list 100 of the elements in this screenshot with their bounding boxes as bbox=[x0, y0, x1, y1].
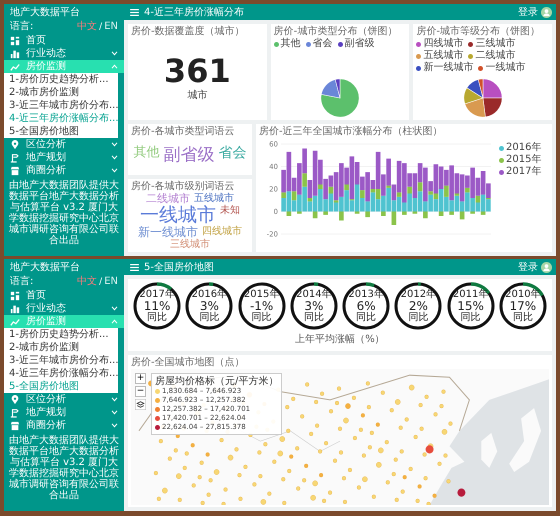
legend-label[interactable]: 2015年 bbox=[506, 154, 542, 166]
legend-label[interactable]: 三线城市 bbox=[475, 38, 516, 50]
menu-icon[interactable] bbox=[130, 264, 139, 270]
language-label: 语言: bbox=[10, 21, 34, 33]
map-zoom-button[interactable]: − bbox=[135, 386, 146, 397]
trend-line-icon bbox=[10, 316, 20, 326]
ring-note: 同比 bbox=[199, 312, 220, 322]
ring-note: 同比 bbox=[512, 312, 533, 322]
storefront-icon bbox=[10, 420, 20, 430]
map-pin-icon bbox=[10, 140, 20, 150]
ring-gauge bbox=[236, 281, 287, 331]
menu-icon[interactable] bbox=[130, 8, 139, 16]
nav-menu-item[interactable]: 行业动态 bbox=[4, 302, 124, 315]
legend-dot-icon[interactable] bbox=[468, 42, 474, 46]
legend-label[interactable]: 四线城市 bbox=[423, 38, 464, 50]
legend-dot-icon[interactable] bbox=[416, 54, 422, 58]
ring-value: 15% bbox=[457, 300, 484, 312]
cloud-word: 一线城市 bbox=[140, 204, 216, 226]
avatar-icon[interactable] bbox=[541, 262, 552, 272]
chevron-icon bbox=[111, 306, 118, 311]
submenu-item[interactable]: 5-全国房价地图 bbox=[4, 125, 118, 138]
legend-title: 房屋均价格标（元/平方米） bbox=[155, 376, 278, 387]
nav-menu-item[interactable]: 区位分析 bbox=[4, 393, 124, 406]
card-title: 房价-数据覆盖度（城市） bbox=[131, 26, 245, 38]
legend-dot-icon[interactable] bbox=[499, 146, 504, 150]
legend-dot-icon[interactable] bbox=[499, 158, 504, 162]
sidebar-footer-text: 由地产大数据团队提供大数据平台地产大数据分析与估算平台 v3.2 厦门大学数据挖掘研究中心北京城市调研咨询有限公司联合出品 bbox=[8, 180, 120, 246]
chevron-icon bbox=[111, 319, 118, 324]
legend-label[interactable]: 一线城市 bbox=[485, 62, 526, 74]
login-link[interactable]: 登录 bbox=[515, 5, 541, 19]
legend-dot-icon[interactable] bbox=[274, 42, 279, 46]
map-zoom-button[interactable]: + bbox=[135, 373, 146, 384]
brand-title: 地产大数据平台 bbox=[9, 6, 81, 19]
legend-label[interactable]: 其他 bbox=[280, 38, 301, 50]
legend-dot-icon[interactable] bbox=[416, 66, 422, 70]
cloud-word: 副省级 bbox=[164, 146, 214, 165]
card-title: 房价-城市类型分布（饼图） bbox=[274, 26, 398, 38]
ring-value: 11% bbox=[144, 300, 170, 312]
submenu-item[interactable]: 4-近三年房价涨幅分布... bbox=[4, 367, 118, 380]
nav-menu-item[interactable]: 商圈分析 bbox=[4, 164, 124, 177]
ring-value: 2% bbox=[408, 300, 428, 312]
brand-title: 地产大数据平台 bbox=[9, 260, 81, 274]
chevron-icon bbox=[111, 410, 118, 415]
card-title: 房价-全国城市地图（点） bbox=[131, 357, 246, 369]
legend-dot-icon[interactable] bbox=[468, 54, 474, 58]
ring-note: 同比 bbox=[252, 312, 272, 322]
legend-dot-icon[interactable] bbox=[499, 170, 504, 174]
legend-label[interactable]: 五线城市 bbox=[423, 50, 464, 62]
chevron-icon bbox=[111, 397, 118, 402]
cloud-word: 未知 bbox=[220, 204, 240, 218]
layers-icon[interactable] bbox=[135, 399, 146, 410]
submenu-item[interactable]: 1-房价历史趋势分析... bbox=[4, 328, 118, 341]
submenu-item[interactable]: 2-城市房价监测 bbox=[4, 341, 118, 354]
chevron-icon bbox=[111, 155, 118, 160]
nav-menu-item[interactable]: 首页 bbox=[4, 34, 124, 47]
nav-menu-item[interactable]: 商圈分析 bbox=[4, 419, 124, 432]
legend-label[interactable]: 省会 bbox=[312, 38, 333, 50]
nav-menu-item[interactable]: 地产规划 bbox=[4, 151, 124, 164]
legend-label[interactable]: 新一线城市 bbox=[423, 62, 474, 74]
legend-dot-icon[interactable] bbox=[478, 66, 484, 70]
ring-note: 同比 bbox=[147, 312, 168, 322]
page-title: 5-全国房价地图 bbox=[144, 260, 214, 274]
trend-line-icon bbox=[10, 62, 20, 72]
cloud-word: 新一线城市 bbox=[138, 226, 198, 239]
card-title: 房价-各城市级别词语云 bbox=[131, 180, 236, 192]
card-title: 房价-近三年全国城市涨幅分布（柱状图） bbox=[259, 126, 444, 138]
legend-dot-icon[interactable] bbox=[416, 42, 422, 46]
nav-menu-item[interactable]: 地产规划 bbox=[4, 406, 124, 419]
legend-dot-icon[interactable] bbox=[338, 42, 343, 46]
sidebar-footer-text: 由地产大数据团队提供大数据平台地产大数据分析与估算平台 v3.2 厦门大学数据挖掘研究中心北京城市调研咨询有限公司联合出品 bbox=[8, 435, 120, 501]
ring-year: 2016年 bbox=[192, 290, 228, 300]
ring-note: 同比 bbox=[460, 312, 481, 322]
card-title: 房价-城市等级分布（饼图） bbox=[416, 26, 541, 38]
map-pin-icon bbox=[10, 394, 20, 404]
legend-label[interactable]: 副省级 bbox=[344, 38, 375, 50]
ring-value: 6% bbox=[356, 300, 376, 312]
chevron-icon bbox=[111, 168, 118, 173]
submenu-item[interactable]: 3-近三年城市房价分布... bbox=[4, 354, 118, 367]
submenu-item[interactable]: 3-近三年城市房价分布... bbox=[4, 99, 118, 112]
ring-note: 同比 bbox=[304, 312, 324, 322]
avatar-icon[interactable] bbox=[541, 6, 552, 18]
legend-label[interactable]: 2016年 bbox=[506, 142, 542, 154]
login-link[interactable]: 登录 bbox=[515, 260, 541, 274]
bar-chart-icon bbox=[10, 48, 20, 58]
submenu-item[interactable]: 2-城市房价监测 bbox=[4, 86, 118, 99]
ring-value: 3% bbox=[304, 300, 324, 312]
legend-label[interactable]: 2017年 bbox=[506, 166, 542, 178]
grid-icon bbox=[10, 36, 20, 46]
legend-dot-icon[interactable] bbox=[306, 42, 311, 46]
signpost-icon bbox=[10, 152, 20, 162]
submenu-item[interactable]: 1-房价历史趋势分析... bbox=[4, 73, 118, 86]
cloud-word: 五线城市 bbox=[194, 192, 234, 204]
ring-value: 17% bbox=[510, 300, 536, 312]
nav-menu-item[interactable]: 首页 bbox=[4, 289, 124, 302]
nav-menu-item[interactable]: 区位分析 bbox=[4, 138, 124, 151]
cloud-word: 省会 bbox=[218, 146, 246, 164]
nav-menu-item[interactable]: 行业动态 bbox=[4, 47, 124, 60]
legend-label[interactable]: 二线城市 bbox=[475, 50, 516, 62]
chevron-icon bbox=[111, 64, 118, 69]
storefront-icon bbox=[10, 166, 20, 176]
